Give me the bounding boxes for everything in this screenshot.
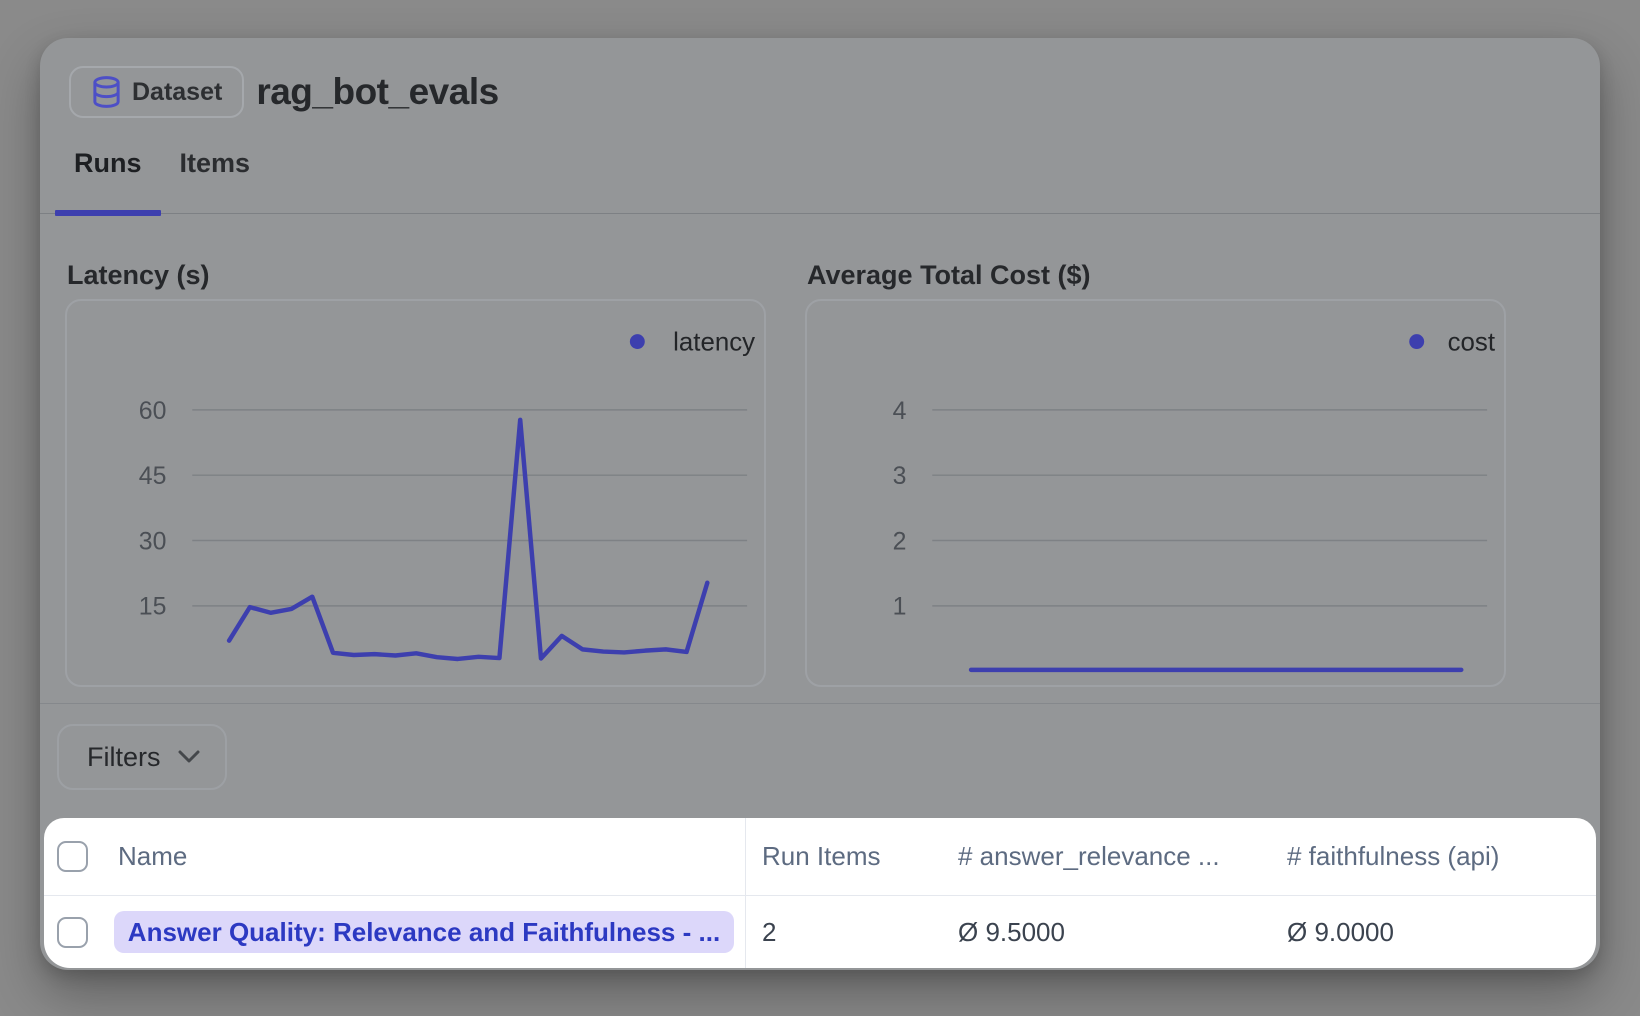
column-header-answer-relevance: # answer_relevance ... [958, 841, 1287, 872]
cost-chart-block: Average Total Cost ($) 4 3 2 1 cost [805, 260, 1506, 687]
table-row: Answer Quality: Relevance and Faithfulne… [44, 896, 1596, 968]
tab-runs[interactable]: Runs [74, 148, 142, 213]
cost-chart-title: Average Total Cost ($) [807, 260, 1506, 291]
chart-tick-label: 3 [893, 463, 907, 490]
run-items-value: 2 [762, 917, 776, 948]
chevron-down-icon [177, 749, 201, 765]
page-title: rag_bot_evals [256, 71, 498, 113]
row-checkbox[interactable] [57, 917, 88, 948]
filters-button[interactable]: Filters [57, 724, 227, 790]
chart-tick-label: 15 [139, 594, 167, 621]
chart-tick-label: 60 [139, 398, 167, 425]
table-header-row: Name Run Items # answer_relevance ... # … [44, 818, 1596, 896]
latency-chart-title: Latency (s) [67, 260, 766, 291]
tab-bar: Runs Items [40, 148, 1600, 214]
chart-legend-label: latency [673, 329, 755, 357]
cost-chart-card: 4 3 2 1 cost [805, 299, 1506, 687]
chart-line [229, 420, 707, 659]
database-icon [91, 75, 122, 109]
chart-legend-dot [1409, 334, 1424, 349]
dataset-page-card: Dataset rag_bot_evals Runs Items Latency… [40, 38, 1600, 970]
dataset-badge: Dataset [69, 66, 244, 118]
run-name-label: Answer Quality: Relevance and Faithfulne… [128, 917, 720, 948]
chart-tick-label: 2 [893, 528, 907, 555]
select-all-checkbox[interactable] [57, 841, 88, 872]
chart-legend-label: cost [1448, 329, 1495, 357]
filters-button-label: Filters [87, 742, 161, 773]
chart-tick-label: 45 [139, 463, 167, 490]
runs-table: Name Run Items # answer_relevance ... # … [44, 818, 1596, 968]
column-header-name: Name [114, 841, 745, 872]
page: { "header": { "badge_label": "Dataset", … [0, 0, 1640, 1016]
filters-row: Filters [40, 703, 1600, 790]
dataset-badge-label: Dataset [132, 78, 222, 107]
latency-chart-card: 60 45 30 15 latency [65, 299, 766, 687]
latency-chart: 60 45 30 15 latency [67, 301, 764, 685]
chart-legend-dot [630, 334, 645, 349]
chart-tick-label: 1 [893, 594, 907, 621]
cost-chart: 4 3 2 1 cost [807, 301, 1504, 685]
charts-section: Latency (s) 60 45 30 15 latency Average Tota… [40, 260, 1600, 687]
answer-relevance-value: Ø 9.5000 [958, 917, 1287, 948]
tab-items[interactable]: Items [180, 148, 251, 213]
latency-chart-block: Latency (s) 60 45 30 15 latency [65, 260, 766, 687]
page-header: Dataset rag_bot_evals [40, 38, 1600, 118]
column-header-run-items: Run Items [762, 841, 881, 872]
chart-tick-label: 4 [893, 398, 907, 425]
run-name-link[interactable]: Answer Quality: Relevance and Faithfulne… [114, 911, 734, 953]
column-header-faithfulness: # faithfulness (api) [1287, 841, 1596, 872]
faithfulness-value: Ø 9.0000 [1287, 917, 1596, 948]
chart-tick-label: 30 [139, 528, 167, 555]
